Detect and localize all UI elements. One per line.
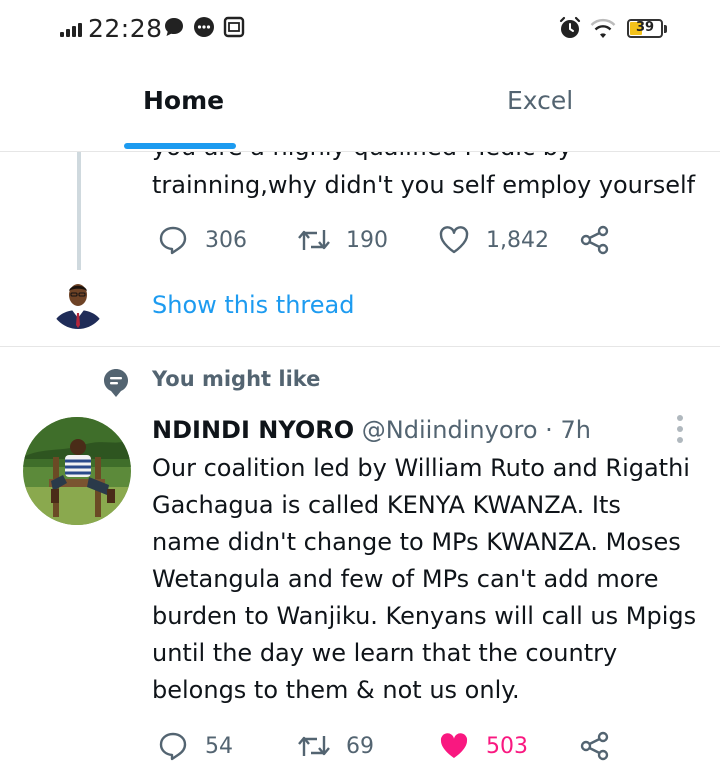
profile-photo-icon [23, 417, 131, 525]
tweet-text: Our coalition led by William Ruto and Ri… [152, 450, 712, 709]
tweet-text-line: until the day we learn that the country [152, 639, 618, 667]
author-handle[interactable]: @Ndiindinyoro [362, 416, 538, 444]
you-might-like-heading: You might like [152, 367, 321, 391]
reply-icon [159, 226, 187, 255]
reply-count: 54 [205, 733, 233, 759]
more-options-icon[interactable] [676, 415, 684, 443]
author-name[interactable]: NDINDI NYORO [152, 416, 354, 444]
retweet-count: 190 [346, 227, 388, 253]
status-bar: 22:28 39 [0, 0, 720, 58]
reply-button[interactable]: 54 [157, 730, 233, 762]
retweet-button[interactable]: 190 [296, 224, 388, 256]
tweet-text-line: belongs to them & not us only. [152, 676, 520, 704]
tab-home[interactable]: Home [143, 86, 224, 115]
tweet-text-line: Gachagua is called KENYA KWANZA. Its [152, 491, 621, 519]
reply-icon [159, 732, 187, 761]
tweet-text-line: trainning,why didn't you self employ you… [152, 171, 696, 199]
reply-count: 306 [205, 227, 247, 253]
status-time: 22:28 [88, 14, 163, 43]
retweet-button[interactable]: 69 [296, 730, 374, 762]
avatar[interactable] [50, 273, 106, 329]
tweet-header: NDINDI NYORO @Ndiindinyoro · 7h [152, 416, 591, 444]
show-thread-link[interactable]: Show this thread [152, 291, 354, 319]
battery-icon: 39 [627, 19, 667, 38]
share-icon [580, 731, 609, 761]
gallery-icon [223, 16, 245, 38]
tweet-text-line: name didn't change to MPs KWANZA. Moses [152, 528, 681, 556]
retweet-icon [298, 230, 330, 250]
share-icon [580, 225, 609, 255]
tweet-time[interactable]: 7h [560, 416, 590, 444]
profile-photo-icon [50, 273, 106, 329]
avatar[interactable] [23, 417, 131, 525]
like-button[interactable]: 1,842 [438, 224, 549, 256]
chat-bubble-icon [165, 18, 183, 36]
message-dots-icon [194, 17, 214, 37]
tweet-text-line: burden to Wanjiku. Kenyans will call us … [152, 602, 697, 630]
wifi-icon [590, 18, 616, 38]
heart-icon [439, 226, 469, 254]
separator-dot: · [545, 416, 553, 444]
tab-excel[interactable]: Excel [507, 86, 573, 115]
share-button[interactable] [579, 730, 611, 762]
divider [0, 346, 720, 347]
retweet-icon [298, 736, 330, 756]
tweet-text-line: Wetangula and few of MPs can't add more [152, 565, 659, 593]
alarm-icon [559, 16, 581, 38]
reply-button[interactable]: 306 [157, 224, 247, 256]
tweet-text-line: Our coalition led by William Ruto and Ri… [152, 454, 690, 482]
thread-connector-line [77, 152, 81, 270]
suggestion-pin-icon [104, 369, 128, 397]
heart-filled-icon [440, 733, 468, 758]
retweet-count: 69 [346, 733, 374, 759]
signal-icon [60, 23, 82, 37]
tweet-text-line-cut: you are a highly qualified Medic by [152, 133, 573, 161]
share-button[interactable] [579, 224, 611, 256]
like-count: 1,842 [486, 227, 549, 253]
battery-level: 39 [635, 20, 655, 35]
like-count: 503 [486, 733, 528, 759]
like-button[interactable]: 503 [438, 730, 528, 762]
